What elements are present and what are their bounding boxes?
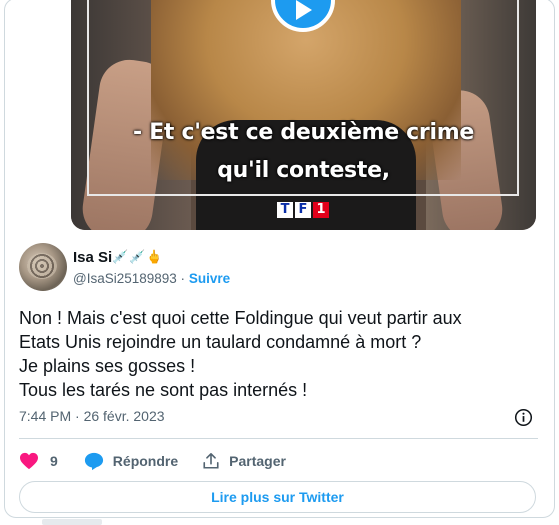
author-handle-row: @IsaSi25189893 · Suivre: [73, 271, 230, 286]
heart-icon: [20, 452, 38, 470]
share-label: Partager: [229, 453, 286, 469]
tf1-logo-letter: 1: [313, 202, 329, 218]
tweet-text-line: Je plains ses gosses !: [19, 356, 196, 376]
like-button[interactable]: 9: [19, 452, 58, 470]
reply-label: Répondre: [112, 453, 179, 469]
tweet-author: Isa Si 💉💉🖕 @IsaSi25189893 · Suivre: [19, 243, 439, 293]
author-name-emojis: 💉💉🖕: [112, 249, 164, 264]
author-display-name[interactable]: Isa Si: [73, 249, 112, 266]
video-subtitle-line2: qu'il conteste,: [217, 158, 390, 183]
tf1-logo-letter: T: [277, 202, 293, 218]
tf1-logo-letter: F: [295, 202, 311, 218]
tweet-timestamp[interactable]: 7:44 PM · 26 févr. 2023: [19, 408, 165, 424]
tweet-actions: 9 Répondre Partager: [19, 450, 286, 472]
tweet-text-line: Non ! Mais c'est quoi cette Foldingue qu…: [19, 308, 462, 328]
video-thumbnail[interactable]: - Et c'est ce deuxième crime qu'il conte…: [71, 0, 536, 230]
tweet-text-line: Etats Unis rejoindre un taulard condamné…: [19, 332, 422, 352]
share-button[interactable]: Partager: [202, 452, 286, 470]
video-subtitle-line1: - Et c'est ce deuxième crime: [133, 120, 474, 145]
follow-link[interactable]: Suivre: [189, 271, 230, 286]
author-handle[interactable]: @IsaSi25189893: [73, 271, 177, 286]
share-icon: [203, 452, 219, 469]
tweet-text: Non ! Mais c'est quoi cette Foldingue qu…: [19, 306, 539, 402]
handle-separator: ·: [180, 271, 186, 286]
reply-button[interactable]: Répondre: [84, 452, 178, 471]
like-count: 9: [50, 453, 58, 469]
read-more-button[interactable]: Lire plus sur Twitter: [19, 481, 536, 513]
reply-icon: [84, 452, 103, 470]
play-icon: [296, 0, 312, 20]
tweet-text-line: Tous les tarés ne sont pas internés !: [19, 380, 308, 400]
cut-off-content: [42, 519, 102, 525]
info-icon[interactable]: [514, 408, 533, 427]
divider: [19, 438, 538, 439]
tf1-logo: T F 1: [277, 202, 329, 218]
avatar[interactable]: [19, 243, 67, 291]
